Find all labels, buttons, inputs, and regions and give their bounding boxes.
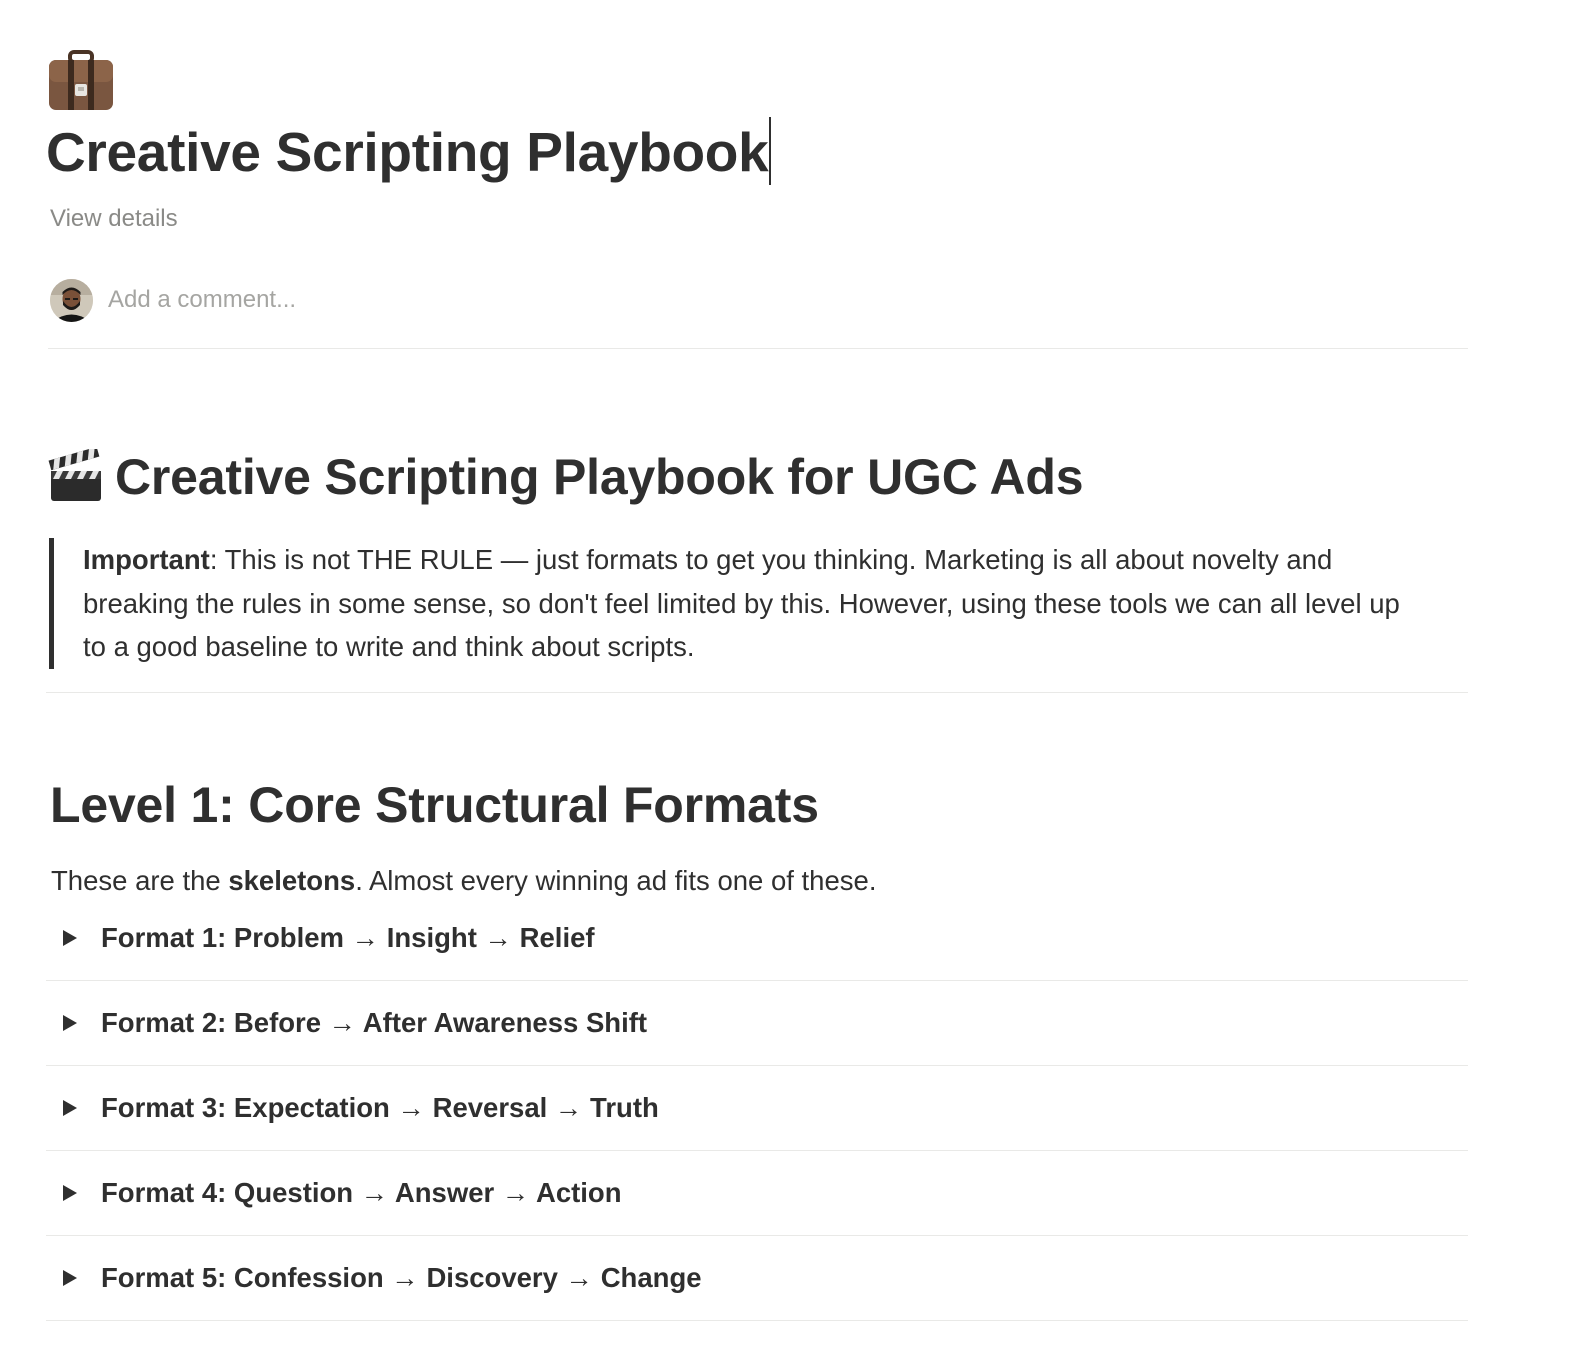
level-heading[interactable]: Level 1: Core Structural Formats bbox=[50, 772, 819, 838]
intro-text: These are the bbox=[51, 865, 229, 896]
section-heading[interactable]: Creative Scripting Playbook for UGC Ads bbox=[115, 444, 1084, 510]
toggle-label: Format 3: Expectation → Reversal → Truth bbox=[101, 1092, 659, 1123]
intro-text: . Almost every winning ad fits one of th… bbox=[355, 865, 877, 896]
intro-bold: skeletons bbox=[228, 865, 356, 896]
toggle-label: Format 1: Problem → Insight → Relief bbox=[101, 922, 595, 953]
view-details-link[interactable]: View details bbox=[50, 203, 178, 235]
divider bbox=[48, 348, 1468, 349]
section-heading-row: Creative Scripting Playbook for UGC Ads bbox=[48, 444, 1084, 510]
divider bbox=[46, 692, 1468, 693]
toggle-arrow-icon[interactable] bbox=[63, 1270, 77, 1286]
toggle-arrow-icon[interactable] bbox=[63, 930, 77, 946]
quote-text: : This is not THE RULE — just formats to… bbox=[83, 544, 1400, 662]
toggle-format-3[interactable]: Format 3: Expectation → Reversal → Truth bbox=[46, 1066, 1468, 1151]
comment-row bbox=[50, 278, 1470, 322]
comment-input[interactable] bbox=[108, 286, 908, 314]
important-quote[interactable]: Important: This is not THE RULE — just f… bbox=[49, 538, 1419, 669]
toggle-label: Format 4: Question → Answer → Action bbox=[101, 1177, 622, 1208]
toggle-format-1[interactable]: Format 1: Problem → Insight → Relief bbox=[46, 896, 1468, 981]
toggle-format-4[interactable]: Format 4: Question → Answer → Action bbox=[46, 1151, 1468, 1236]
page: Creative Scripting Playbook View details bbox=[0, 0, 1574, 1366]
toggle-arrow-icon[interactable] bbox=[63, 1185, 77, 1201]
quote-bold-label: Important bbox=[83, 544, 210, 575]
toggle-arrow-icon[interactable] bbox=[63, 1015, 77, 1031]
text-cursor bbox=[769, 117, 772, 185]
clapper-board-icon bbox=[48, 446, 104, 505]
briefcase-icon[interactable] bbox=[48, 50, 114, 112]
intro-paragraph[interactable]: These are the skeletons. Almost every wi… bbox=[51, 862, 876, 900]
toggle-arrow-icon[interactable] bbox=[63, 1100, 77, 1116]
toggle-format-5[interactable]: Format 5: Confession → Discovery → Chang… bbox=[46, 1236, 1468, 1321]
toggle-label: Format 2: Before → After Awareness Shift bbox=[101, 1007, 648, 1038]
toggle-list: Format 1: Problem → Insight → Relief For… bbox=[46, 896, 1468, 1321]
toggle-format-2[interactable]: Format 2: Before → After Awareness Shift bbox=[46, 981, 1468, 1066]
page-title[interactable]: Creative Scripting Playbook bbox=[46, 116, 772, 188]
user-avatar bbox=[50, 278, 93, 322]
toggle-label: Format 5: Confession → Discovery → Chang… bbox=[101, 1262, 702, 1293]
page-title-text[interactable]: Creative Scripting Playbook bbox=[46, 121, 769, 183]
